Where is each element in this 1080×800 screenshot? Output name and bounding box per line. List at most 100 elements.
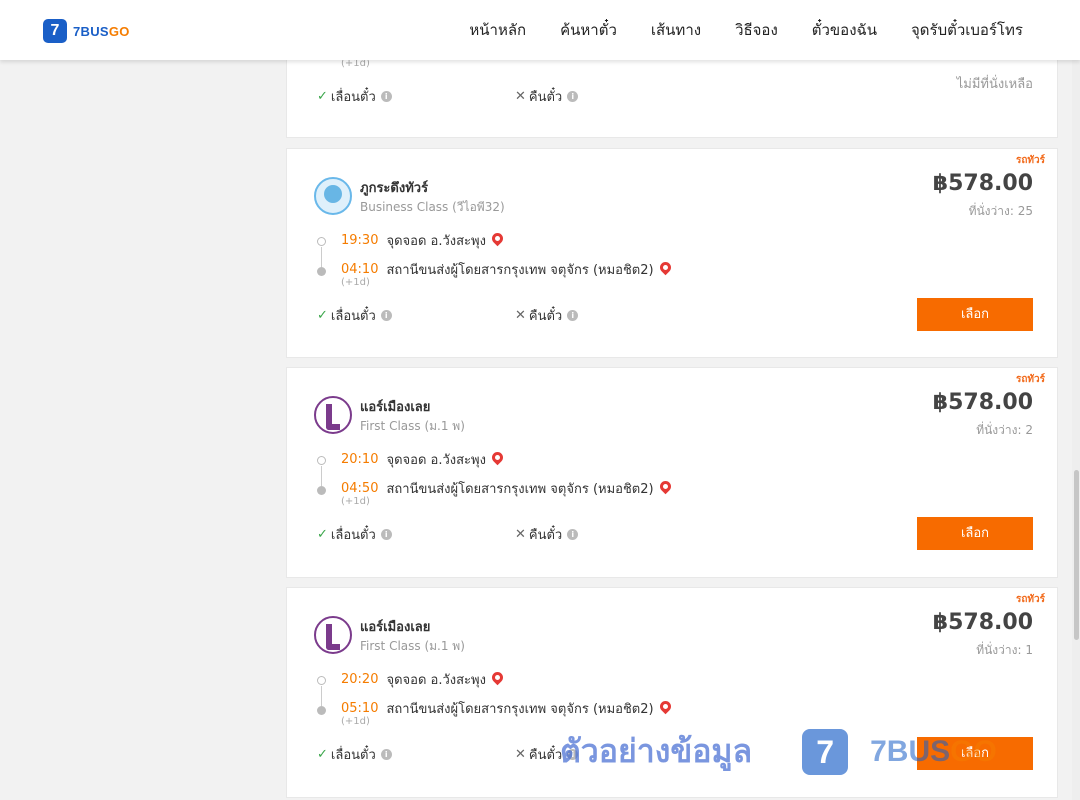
watermark-brand: 7BUSGO [870, 734, 997, 768]
info-icon[interactable]: i [380, 749, 392, 760]
seats-available: ที่นั่งว่าง: 1 [976, 643, 1033, 657]
refund-ticket-label: คืนตั๋ว [528, 90, 563, 105]
arrival-row: 05:10 สถานีขนส่งผู้โดยสารกรุงเทพ จตุจักร… [341, 698, 673, 719]
bus-type-tag: รถทัวร์ [1015, 374, 1045, 385]
select-trip-button[interactable]: เลือก [917, 298, 1033, 331]
departure-place: จุดจอด อ.วังสะพุง [386, 453, 486, 468]
no-seats-label: ไม่มีที่นั่งเหลือ [956, 77, 1033, 92]
route-timeline [317, 456, 329, 495]
departure-time: 20:10 [341, 452, 379, 467]
cross-icon: ✕ [515, 527, 526, 542]
map-pin-icon[interactable] [489, 449, 506, 466]
nav-home[interactable]: หน้าหลัก [469, 18, 526, 42]
route-timeline [317, 237, 329, 276]
arrival-time: 04:50 [341, 481, 379, 496]
bus-class: First Class (ม.1 พ) [360, 639, 465, 653]
nav-pickup-points[interactable]: จุดรับตั๋วเบอร์โทร [911, 18, 1023, 42]
change-ticket-label: เลื่อนตั๋ว [330, 528, 376, 543]
check-icon: ✓ [317, 527, 328, 542]
departure-row: 20:20 จุดจอด อ.วังสะพุง [341, 669, 506, 690]
operator-logo-icon [314, 177, 352, 215]
sample-data-watermark: ตัวอย่างข้อมูล 7 7BUSGO [560, 726, 997, 777]
cross-icon: ✕ [515, 308, 526, 323]
map-pin-icon[interactable] [489, 669, 506, 686]
change-ticket-label: เลื่อนตั๋ว [330, 748, 376, 763]
change-ticket-policy: ✓ เลื่อนตั๋ว i [317, 305, 392, 326]
map-pin-icon[interactable] [489, 230, 506, 247]
operator-logo-icon [314, 616, 352, 654]
bus-type-tag: รถทัวร์ [1015, 594, 1045, 605]
logo-wordmark: 7BUSGO [73, 23, 130, 39]
page-scrollbar-thumb[interactable] [1074, 470, 1079, 640]
change-ticket-label: เลื่อนตั๋ว [330, 90, 376, 105]
departure-dot-icon [317, 456, 326, 465]
change-ticket-policy: ✓ เลื่อนตั๋ว i [317, 86, 392, 107]
refund-ticket-policy: ✕ คืนตั๋ว i [515, 86, 579, 107]
arrival-day-offset: (+1d) [341, 277, 370, 288]
refund-ticket-policy: ✕ คืนตั๋ว i [515, 305, 579, 326]
watermark-text: ตัวอย่างข้อมูล [560, 732, 753, 770]
main-nav: หน้าหลัก ค้นหาตั๋ว เส้นทาง วิธีจอง ตั๋วข… [435, 0, 1023, 60]
check-icon: ✓ [317, 89, 328, 104]
info-icon[interactable]: i [567, 91, 579, 102]
nav-my-tickets[interactable]: ตั๋วของฉัน [812, 18, 877, 42]
change-ticket-policy: ✓ เลื่อนตั๋ว i [317, 744, 392, 765]
arrival-dot-icon [317, 706, 326, 715]
operator-name: ภูกระดึงทัวร์ [360, 181, 429, 196]
arrival-day-offset: (+1d) [341, 716, 370, 727]
logo-mark-icon: 7 [43, 19, 67, 43]
cross-icon: ✕ [515, 89, 526, 104]
refund-ticket-label: คืนตั๋ว [528, 528, 563, 543]
info-icon[interactable]: i [380, 529, 392, 540]
check-icon: ✓ [317, 308, 328, 323]
refund-ticket-label: คืนตั๋ว [528, 309, 563, 324]
arrival-day-offset: (+1d) [341, 496, 370, 507]
page-scrollbar-track[interactable] [1072, 60, 1080, 800]
departure-place: จุดจอด อ.วังสะพุง [386, 673, 486, 688]
nav-routes[interactable]: เส้นทาง [651, 18, 701, 42]
seats-available: ที่นั่งว่าง: 25 [968, 204, 1033, 218]
arrival-place: สถานีขนส่งผู้โดยสารกรุงเทพ จตุจักร (หมอช… [386, 702, 654, 717]
arrival-dot-icon [317, 486, 326, 495]
departure-place: จุดจอด อ.วังสะพุง [386, 234, 486, 249]
route-line [321, 247, 322, 267]
select-trip-button[interactable]: เลือก [917, 517, 1033, 550]
trip-card: รถทัวร์ แอร์เมืองเลย First Class (ม.1 พ)… [286, 367, 1058, 578]
trip-card: รถทัวร์ ภูกระดึงทัวร์ Business Class (วี… [286, 148, 1058, 358]
top-navbar: 7 7BUSGO หน้าหลัก ค้นหาตั๋ว เส้นทาง วิธี… [0, 0, 1080, 60]
departure-dot-icon [317, 237, 326, 246]
change-ticket-policy: ✓ เลื่อนตั๋ว i [317, 524, 392, 545]
arrival-row: 04:50 สถานีขนส่งผู้โดยสารกรุงเทพ จตุจักร… [341, 478, 673, 499]
info-icon[interactable]: i [567, 310, 579, 321]
refund-ticket-policy: ✕ คืนตั๋ว i [515, 524, 579, 545]
map-pin-icon[interactable] [657, 478, 673, 495]
departure-time: 20:20 [341, 672, 379, 687]
bus-type-tag: รถทัวร์ [1015, 155, 1045, 166]
refund-ticket-label: คืนตั๋ว [528, 748, 563, 763]
arrival-time: 05:10 [341, 701, 379, 716]
map-pin-icon[interactable] [657, 259, 673, 276]
operator-name: แอร์เมืองเลย [360, 400, 431, 415]
operator-logo-icon [314, 396, 352, 434]
departure-dot-icon [317, 676, 326, 685]
nav-how-to-book[interactable]: วิธีจอง [735, 18, 778, 42]
site-logo[interactable]: 7 7BUSGO [43, 19, 130, 43]
nav-search-ticket[interactable]: ค้นหาตั๋ว [560, 18, 617, 42]
arrival-time: 04:10 [341, 262, 379, 277]
info-icon[interactable]: i [380, 91, 392, 102]
watermark-logo-icon: 7 [802, 728, 849, 775]
route-line [321, 466, 322, 486]
bus-class: First Class (ม.1 พ) [360, 419, 465, 433]
arrival-place: สถานีขนส่งผู้โดยสารกรุงเทพ จตุจักร (หมอช… [386, 482, 654, 497]
check-icon: ✓ [317, 747, 328, 762]
arrival-place: สถานีขนส่งผู้โดยสารกรุงเทพ จตุจักร (หมอช… [386, 263, 654, 278]
ticket-price: ฿578.00 [932, 610, 1033, 635]
seats-available: ที่นั่งว่าง: 2 [976, 423, 1033, 437]
arrival-dot-icon [317, 267, 326, 276]
operator-name: แอร์เมืองเลย [360, 620, 431, 635]
map-pin-icon[interactable] [657, 698, 673, 715]
info-icon[interactable]: i [380, 310, 392, 321]
ticket-price: ฿578.00 [932, 171, 1033, 196]
bus-class: Business Class (วีไอพี32) [360, 200, 505, 214]
info-icon[interactable]: i [567, 529, 579, 540]
